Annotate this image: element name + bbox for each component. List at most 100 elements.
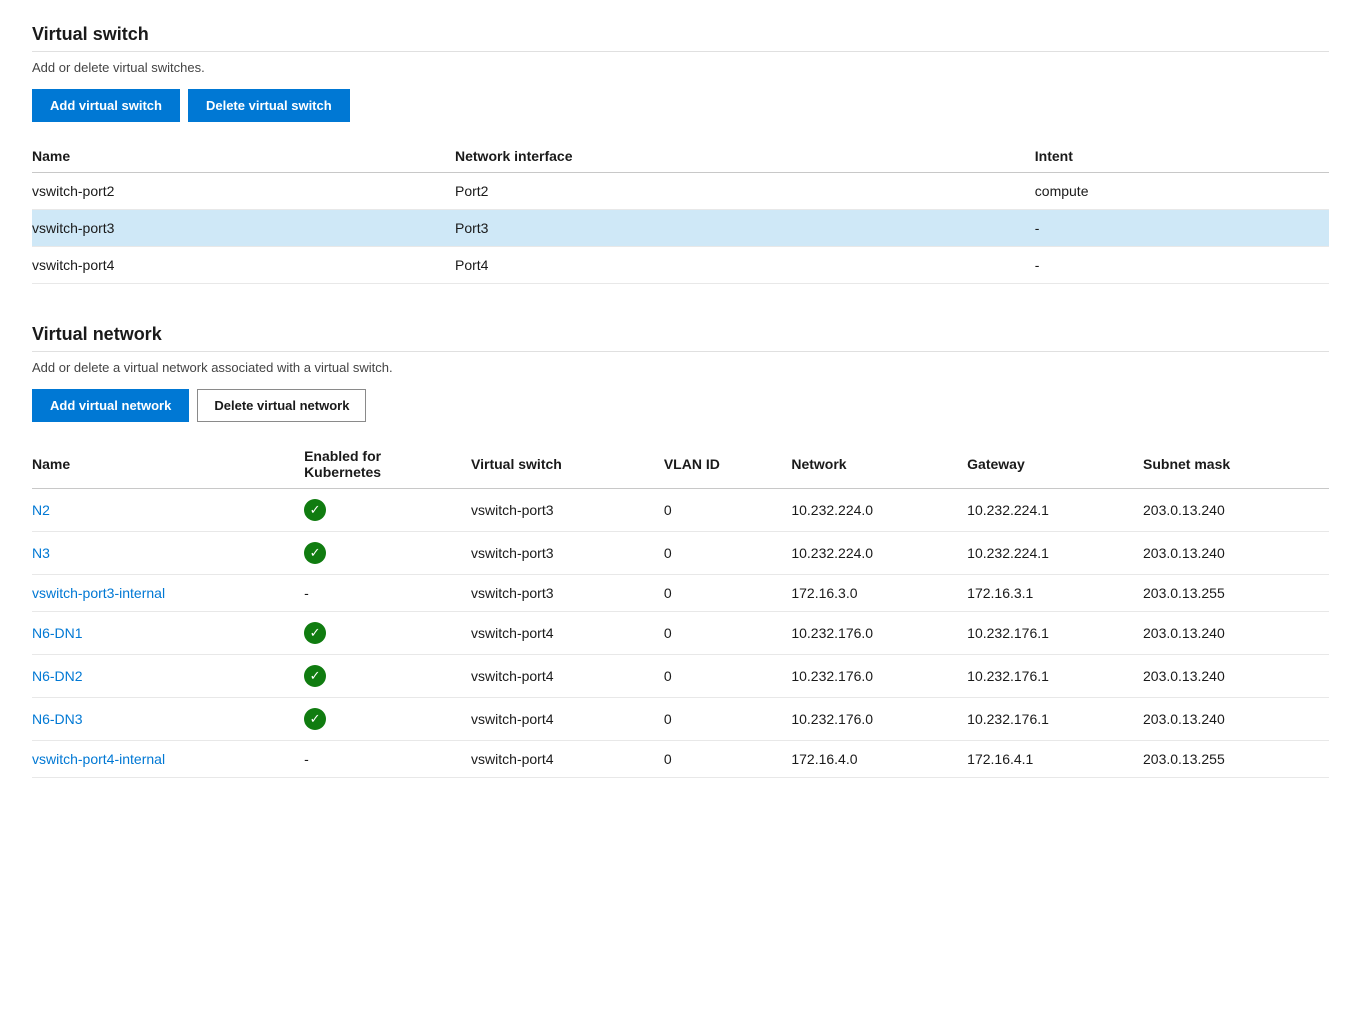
virtual-network-btn-bar: Add virtual network Delete virtual netwo… — [32, 389, 1329, 422]
vn-row-virtual-switch: vswitch-port4 — [471, 612, 664, 655]
table-row[interactable]: vswitch-port2Port2compute — [32, 173, 1329, 210]
vn-row-gateway: 10.232.224.1 — [967, 532, 1143, 575]
col-vn-name-header: Name — [32, 440, 304, 489]
virtual-switch-table-header: Name Network interface Intent — [32, 140, 1329, 173]
vn-row-enabled-k8s: - — [304, 575, 471, 612]
virtual-network-title: Virtual network — [32, 324, 1329, 345]
vn-row-enabled-k8s: ✓ — [304, 532, 471, 575]
vn-row-enabled-k8s: ✓ — [304, 489, 471, 532]
col-network-interface-header: Network interface — [455, 140, 1035, 173]
virtual-switch-btn-bar: Add virtual switch Delete virtual switch — [32, 89, 1329, 122]
col-intent-header: Intent — [1035, 140, 1329, 173]
virtual-switch-title: Virtual switch — [32, 24, 1329, 45]
vn-row-vlan-id: 0 — [664, 532, 792, 575]
vn-row-name[interactable]: N2 — [32, 489, 304, 532]
vs-row-network-interface: Port2 — [455, 173, 1035, 210]
virtual-network-section: Virtual network Add or delete a virtual … — [32, 324, 1329, 778]
check-icon: ✓ — [304, 499, 326, 521]
vn-row-subnet-mask: 203.0.13.240 — [1143, 698, 1329, 741]
add-virtual-network-button[interactable]: Add virtual network — [32, 389, 189, 422]
vs-row-name: vswitch-port3 — [32, 210, 455, 247]
table-row[interactable]: N6-DN3✓ vswitch-port4010.232.176.010.232.… — [32, 698, 1329, 741]
vn-row-vlan-id: 0 — [664, 698, 792, 741]
vn-row-subnet-mask: 203.0.13.240 — [1143, 489, 1329, 532]
vn-row-name[interactable]: N6-DN2 — [32, 655, 304, 698]
vs-row-name: vswitch-port2 — [32, 173, 455, 210]
vn-row-subnet-mask: 203.0.13.240 — [1143, 655, 1329, 698]
vn-row-vlan-id: 0 — [664, 575, 792, 612]
col-vlan-id-header: VLAN ID — [664, 440, 792, 489]
vn-row-network: 10.232.224.0 — [791, 489, 967, 532]
table-row[interactable]: vswitch-port4Port4- — [32, 247, 1329, 284]
vn-row-gateway: 172.16.4.1 — [967, 741, 1143, 778]
vn-row-virtual-switch: vswitch-port3 — [471, 532, 664, 575]
virtual-network-description: Add or delete a virtual network associat… — [32, 360, 1329, 375]
col-network-header: Network — [791, 440, 967, 489]
vn-row-enabled-k8s: - — [304, 741, 471, 778]
vn-row-enabled-k8s: ✓ — [304, 612, 471, 655]
col-virtual-switch-header: Virtual switch — [471, 440, 664, 489]
vn-row-subnet-mask: 203.0.13.240 — [1143, 532, 1329, 575]
vn-row-vlan-id: 0 — [664, 612, 792, 655]
table-row[interactable]: vswitch-port3Port3- — [32, 210, 1329, 247]
vn-row-virtual-switch: vswitch-port4 — [471, 741, 664, 778]
virtual-switch-description: Add or delete virtual switches. — [32, 60, 1329, 75]
table-row[interactable]: N2✓ vswitch-port3010.232.224.010.232.224.… — [32, 489, 1329, 532]
vn-row-network: 10.232.224.0 — [791, 532, 967, 575]
vn-row-network: 10.232.176.0 — [791, 655, 967, 698]
virtual-switch-divider — [32, 51, 1329, 52]
vn-row-network: 10.232.176.0 — [791, 612, 967, 655]
vn-row-subnet-mask: 203.0.13.255 — [1143, 575, 1329, 612]
delete-virtual-switch-button[interactable]: Delete virtual switch — [188, 89, 350, 122]
virtual-network-table-header: Name Enabled forKubernetes Virtual switc… — [32, 440, 1329, 489]
virtual-network-divider — [32, 351, 1329, 352]
vn-row-subnet-mask: 203.0.13.255 — [1143, 741, 1329, 778]
vs-row-name: vswitch-port4 — [32, 247, 455, 284]
vn-row-network: 172.16.4.0 — [791, 741, 967, 778]
vs-row-network-interface: Port4 — [455, 247, 1035, 284]
virtual-switch-section: Virtual switch Add or delete virtual swi… — [32, 24, 1329, 284]
check-icon: ✓ — [304, 542, 326, 564]
vn-row-gateway: 10.232.176.1 — [967, 698, 1143, 741]
table-row[interactable]: N6-DN2✓ vswitch-port4010.232.176.010.232.… — [32, 655, 1329, 698]
col-enabled-k8s-header: Enabled forKubernetes — [304, 440, 471, 489]
vn-row-virtual-switch: vswitch-port3 — [471, 489, 664, 532]
table-row[interactable]: vswitch-port4-internal-vswitch-port40172… — [32, 741, 1329, 778]
vn-row-name[interactable]: N3 — [32, 532, 304, 575]
vn-row-subnet-mask: 203.0.13.240 — [1143, 612, 1329, 655]
vn-row-gateway: 10.232.176.1 — [967, 655, 1143, 698]
vs-row-intent: compute — [1035, 173, 1329, 210]
vn-row-enabled-k8s: ✓ — [304, 698, 471, 741]
vs-row-network-interface: Port3 — [455, 210, 1035, 247]
vn-row-enabled-k8s: ✓ — [304, 655, 471, 698]
vn-row-network: 10.232.176.0 — [791, 698, 967, 741]
check-icon: ✓ — [304, 622, 326, 644]
virtual-network-table: Name Enabled forKubernetes Virtual switc… — [32, 440, 1329, 778]
vs-row-intent: - — [1035, 247, 1329, 284]
add-virtual-switch-button[interactable]: Add virtual switch — [32, 89, 180, 122]
vs-row-intent: - — [1035, 210, 1329, 247]
vn-row-name[interactable]: N6-DN1 — [32, 612, 304, 655]
check-icon: ✓ — [304, 708, 326, 730]
vn-row-vlan-id: 0 — [664, 741, 792, 778]
vn-row-gateway: 10.232.224.1 — [967, 489, 1143, 532]
col-subnet-mask-header: Subnet mask — [1143, 440, 1329, 489]
check-icon: ✓ — [304, 665, 326, 687]
vn-row-name[interactable]: N6-DN3 — [32, 698, 304, 741]
table-row[interactable]: N3✓ vswitch-port3010.232.224.010.232.224.… — [32, 532, 1329, 575]
virtual-switch-table: Name Network interface Intent vswitch-po… — [32, 140, 1329, 284]
vn-row-gateway: 10.232.176.1 — [967, 612, 1143, 655]
vn-row-virtual-switch: vswitch-port3 — [471, 575, 664, 612]
col-gateway-header: Gateway — [967, 440, 1143, 489]
vn-row-vlan-id: 0 — [664, 655, 792, 698]
vn-row-gateway: 172.16.3.1 — [967, 575, 1143, 612]
table-row[interactable]: vswitch-port3-internal-vswitch-port30 172… — [32, 575, 1329, 612]
delete-virtual-network-button[interactable]: Delete virtual network — [197, 389, 366, 422]
col-name-header: Name — [32, 140, 455, 173]
vn-row-vlan-id: 0 — [664, 489, 792, 532]
vn-row-name[interactable]: vswitch-port3-internal — [32, 575, 304, 612]
vn-row-virtual-switch: vswitch-port4 — [471, 698, 664, 741]
vn-row-name[interactable]: vswitch-port4-internal — [32, 741, 304, 778]
vn-row-virtual-switch: vswitch-port4 — [471, 655, 664, 698]
table-row[interactable]: N6-DN1✓ vswitch-port4010.232.176.010.232.… — [32, 612, 1329, 655]
